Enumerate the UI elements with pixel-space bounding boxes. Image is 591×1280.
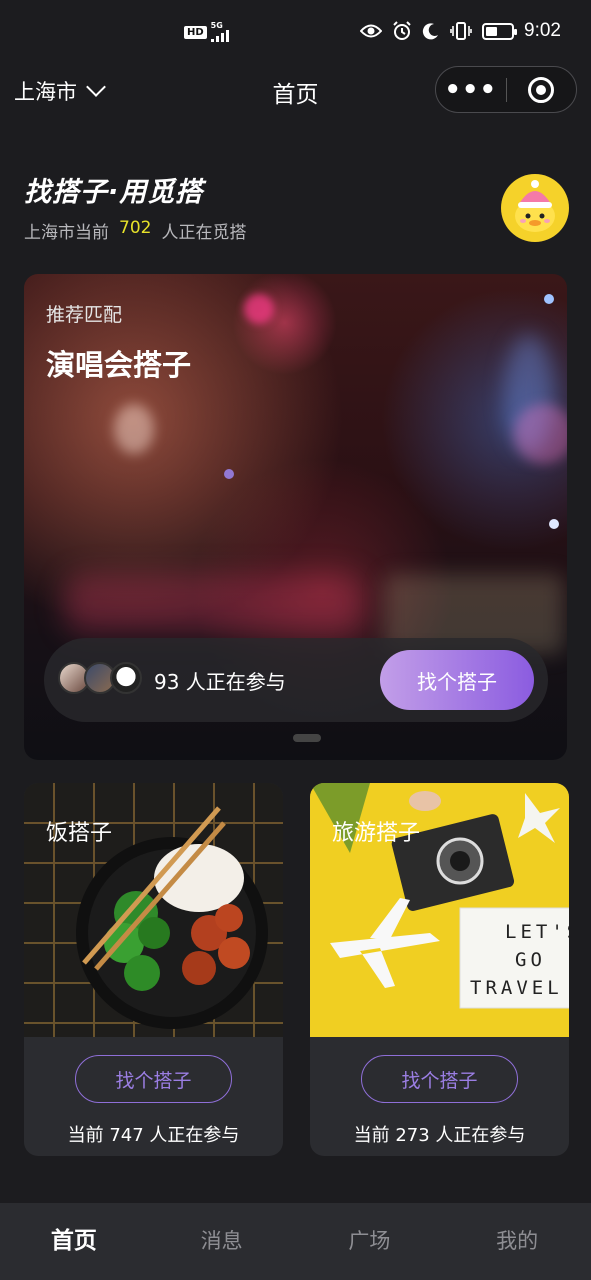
hd-badge: HD [184, 25, 207, 39]
alarm-icon [393, 21, 411, 40]
moon-icon [422, 23, 439, 40]
food-partner-card[interactable]: 饭搭子 找个搭子 当前 747 人正在参与 [24, 783, 283, 1156]
participant-avatars [58, 662, 142, 694]
clock: 9:02 [524, 20, 561, 41]
user-avatar[interactable] [501, 174, 569, 242]
stats-count: 702 [119, 218, 152, 238]
avatar [110, 662, 142, 694]
tab-mine[interactable]: 我的 [443, 1203, 591, 1280]
featured-match-card[interactable]: 推荐匹配 演唱会搭子 93 人正在参与 找个搭子 [24, 274, 567, 760]
signal-icon: 5G [210, 22, 229, 42]
sign-line-1: LET'S [505, 921, 569, 943]
mini-program-capsule: ••• [435, 66, 577, 113]
close-program-button[interactable] [507, 76, 577, 103]
bottom-tab-bar: 首页 消息 广场 我的 [0, 1203, 591, 1280]
featured-title: 演唱会搭子 [46, 348, 192, 382]
eye-icon [360, 24, 383, 38]
sign-line-3: TRAVEL [470, 977, 563, 999]
find-partner-button[interactable]: 找个搭子 [380, 650, 534, 710]
featured-action-bar: 93 人正在参与 找个搭子 [44, 638, 548, 722]
active-users-stats: 上海市当前 702 人正在觅搭 [24, 218, 246, 243]
more-button[interactable]: ••• [436, 77, 506, 103]
tab-home[interactable]: 首页 [0, 1203, 148, 1280]
stats-prefix: 上海市当前 [24, 223, 109, 243]
vibrate-icon [450, 22, 472, 40]
duck-avatar-icon [515, 180, 555, 232]
app-slogan: 找搭子·用觅搭 [24, 177, 204, 208]
tab-messages[interactable]: 消息 [148, 1203, 296, 1280]
stats-suffix: 人正在觅搭 [161, 223, 247, 243]
status-bar: HD 5G 9:02 [0, 0, 591, 66]
featured-subtitle: 推荐匹配 [46, 304, 123, 326]
travel-card-title: 旅游搭子 [332, 821, 421, 846]
food-find-partner-button[interactable]: 找个搭子 [75, 1055, 232, 1103]
battery-icon [482, 22, 518, 40]
nav-bar: 上海市 首页 ••• [0, 66, 591, 114]
tab-plaza[interactable]: 广场 [296, 1203, 444, 1280]
travel-partner-card[interactable]: LET'S GO TRAVEL 旅游搭子 找个搭子 当前 273 人正在参与 [310, 783, 569, 1156]
food-card-title: 饭搭子 [46, 821, 113, 846]
travel-find-partner-button[interactable]: 找个搭子 [361, 1055, 518, 1103]
target-icon [528, 76, 555, 103]
sign-line-2: GO [515, 949, 546, 971]
travel-participants: 当前 273 人正在参与 [353, 1125, 526, 1146]
featured-participants: 93 人正在参与 [154, 670, 286, 694]
carousel-indicator [293, 734, 321, 742]
food-participants: 当前 747 人正在参与 [67, 1125, 240, 1146]
